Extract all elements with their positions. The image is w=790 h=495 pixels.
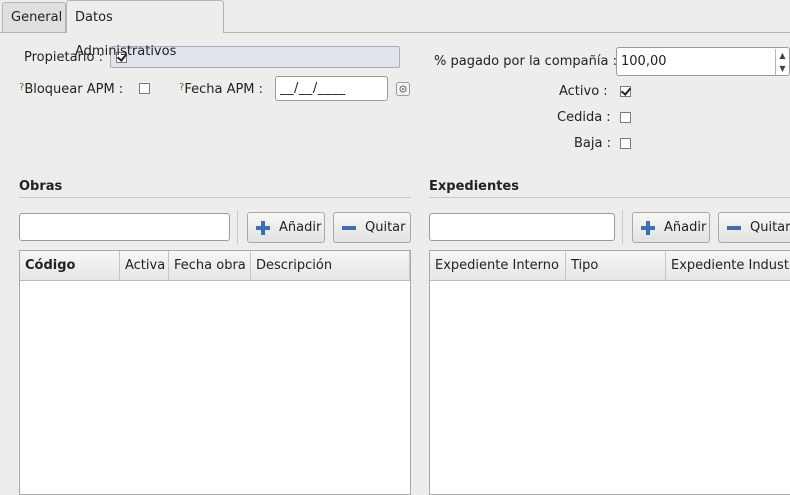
- cedida-label: Cedida :: [557, 110, 611, 125]
- column-header-codigo[interactable]: Código: [20, 251, 120, 280]
- column-header-expediente-interno[interactable]: Expediente Interno: [430, 251, 566, 280]
- obras-toolbar-separator: [237, 210, 238, 244]
- expedientes-add-button[interactable]: Añadir: [632, 212, 710, 243]
- pagado-label: % pagado por la compañía :: [434, 54, 617, 69]
- activo-checkbox[interactable]: [620, 86, 631, 97]
- bloquear-apm-text: Bloquear APM :: [24, 82, 124, 97]
- obras-table[interactable]: Código Activa Fecha obra Descripción: [19, 250, 411, 495]
- column-header-descripcion[interactable]: Descripción: [251, 251, 410, 280]
- expedientes-title: Expedientes: [429, 179, 519, 194]
- expedientes-table[interactable]: Expediente Interno Tipo Expediente Indus…: [429, 250, 790, 495]
- cedida-checkbox[interactable]: [620, 112, 631, 123]
- column-header-tipo[interactable]: Tipo: [566, 251, 666, 280]
- pagado-input[interactable]: 100,00 ▲ ▼: [616, 47, 790, 76]
- spin-down-icon[interactable]: ▼: [775, 62, 789, 75]
- fecha-apm-value: __/__/____: [280, 81, 346, 96]
- tab-bar: General Datos Administrativos: [0, 0, 790, 59]
- tab-datos-administrativos[interactable]: Datos Administrativos: [66, 0, 224, 59]
- expedientes-remove-button[interactable]: Quitar: [718, 212, 790, 243]
- column-header-fecha-obra[interactable]: Fecha obra: [169, 251, 251, 280]
- plus-icon: [641, 221, 655, 235]
- obras-remove-label: Quitar: [365, 220, 406, 235]
- obras-remove-button[interactable]: Quitar: [333, 212, 411, 243]
- expedientes-add-label: Añadir: [664, 220, 707, 235]
- tab-general[interactable]: General: [2, 2, 66, 32]
- obras-search-input[interactable]: [19, 213, 230, 241]
- plus-icon: [256, 221, 270, 235]
- calendar-icon[interactable]: [396, 82, 410, 96]
- obras-separator: [19, 197, 411, 198]
- minus-icon: [727, 226, 741, 230]
- column-header-expediente-industria[interactable]: Expediente Industria: [666, 251, 790, 280]
- spin-up-icon[interactable]: ▲: [775, 49, 789, 62]
- expedientes-separator: [429, 197, 790, 198]
- obras-title: Obras: [19, 179, 63, 194]
- bloquear-apm-label: ?Bloquear APM :: [19, 82, 123, 97]
- obras-add-label: Añadir: [279, 220, 322, 235]
- bloquear-apm-checkbox[interactable]: [139, 83, 150, 94]
- baja-label: Baja :: [574, 136, 611, 151]
- column-header-activa[interactable]: Activa: [120, 251, 169, 280]
- obras-add-button[interactable]: Añadir: [247, 212, 325, 243]
- minus-icon: [342, 226, 356, 230]
- expedientes-table-header: Expediente Interno Tipo Expediente Indus…: [430, 251, 790, 281]
- expedientes-toolbar-separator: [622, 210, 623, 244]
- expedientes-search-input[interactable]: [429, 213, 615, 241]
- fecha-apm-input[interactable]: __/__/____: [275, 76, 388, 101]
- baja-checkbox[interactable]: [620, 138, 631, 149]
- obras-table-header: Código Activa Fecha obra Descripción: [20, 251, 410, 281]
- pagado-value: 100,00: [621, 54, 667, 69]
- fecha-apm-text: Fecha APM :: [184, 82, 264, 97]
- fecha-apm-label: ?Fecha APM :: [179, 82, 263, 97]
- activo-label: Activo :: [559, 84, 608, 99]
- expedientes-remove-label: Quitar: [750, 220, 790, 235]
